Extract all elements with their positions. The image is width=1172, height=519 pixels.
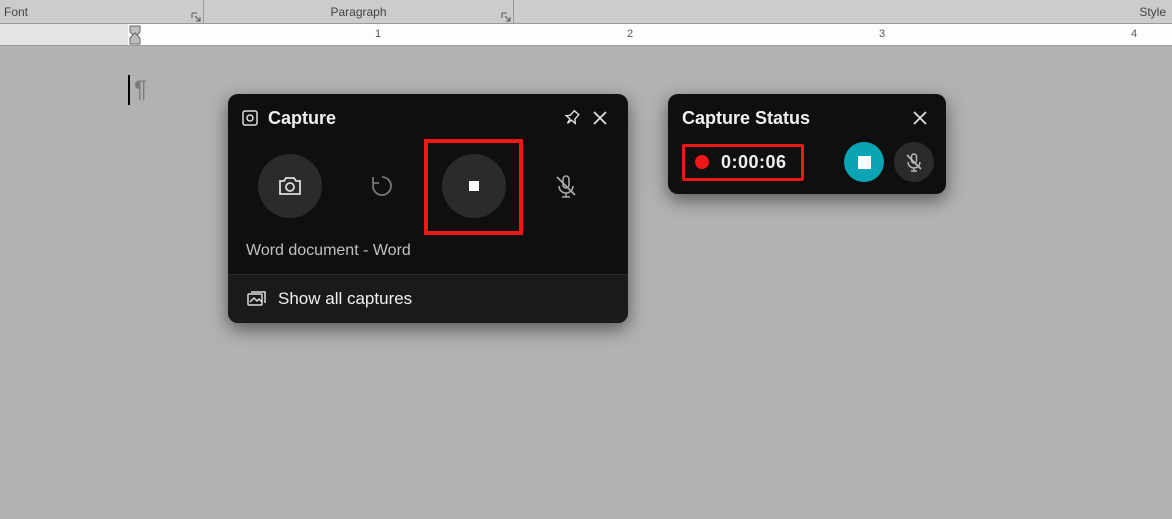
capture-title: Capture: [268, 108, 558, 129]
capture-target-label: Word document - Word: [228, 236, 628, 274]
pin-button[interactable]: [558, 104, 586, 132]
stop-record-button[interactable]: [442, 154, 506, 218]
dialog-launcher-paragraph[interactable]: [501, 11, 511, 21]
ribbon-label-style: Style: [1139, 5, 1166, 19]
status-title: Capture Status: [682, 108, 906, 129]
recording-indicator-icon: [695, 155, 709, 169]
status-header: Capture Status: [668, 94, 946, 138]
text-caret: [128, 75, 130, 105]
mic-muted-icon: [553, 173, 579, 199]
rewind-icon: [369, 173, 395, 199]
show-all-captures-label: Show all captures: [278, 289, 412, 309]
stop-icon: [461, 173, 487, 199]
show-all-captures-button[interactable]: Show all captures: [228, 274, 628, 323]
mic-muted-icon: [904, 152, 924, 172]
ribbon-group-paragraph: Paragraph: [204, 0, 514, 23]
capture-header: Capture: [228, 94, 628, 140]
ribbon-label-font: Font: [4, 5, 28, 19]
close-button[interactable]: [586, 104, 614, 132]
ruler-number: 4: [1131, 28, 1137, 40]
capture-app-icon: [242, 110, 258, 126]
capture-status-widget: Capture Status 0:00:06: [668, 94, 946, 194]
ruler-number: 2: [627, 28, 633, 40]
pilcrow-icon: ¶: [134, 76, 147, 104]
screenshot-button[interactable]: [258, 154, 322, 218]
horizontal-ruler[interactable]: 1 2 3 4: [0, 24, 1172, 46]
ruler-number: 1: [375, 28, 381, 40]
ribbon-label-paragraph: Paragraph: [330, 5, 386, 19]
stop-icon: [858, 156, 871, 169]
camera-icon: [277, 173, 303, 199]
status-close-button[interactable]: [906, 104, 934, 132]
indent-marker[interactable]: [128, 24, 142, 46]
status-body: 0:00:06: [668, 138, 946, 182]
ruler-track: [128, 24, 1172, 45]
recording-timer: 0:00:06: [682, 144, 804, 181]
capture-widget: Capture Word document - Word Show al: [228, 94, 628, 323]
text-cursor-paragraph: ¶: [128, 75, 147, 105]
elapsed-time: 0:00:06: [721, 152, 787, 173]
dialog-launcher-font[interactable]: [191, 11, 201, 21]
capture-button-row: [228, 140, 628, 236]
record-last-button[interactable]: [350, 154, 414, 218]
ribbon-group-font: Font: [0, 0, 204, 23]
status-stop-button[interactable]: [844, 142, 884, 182]
status-mic-button[interactable]: [894, 142, 934, 182]
ribbon-group-labels: Font Paragraph Style: [0, 0, 1172, 24]
ruler-number: 3: [879, 28, 885, 40]
gallery-icon: [246, 289, 266, 309]
mic-toggle-button[interactable]: [534, 154, 598, 218]
ribbon-group-style: Style: [514, 0, 1172, 23]
